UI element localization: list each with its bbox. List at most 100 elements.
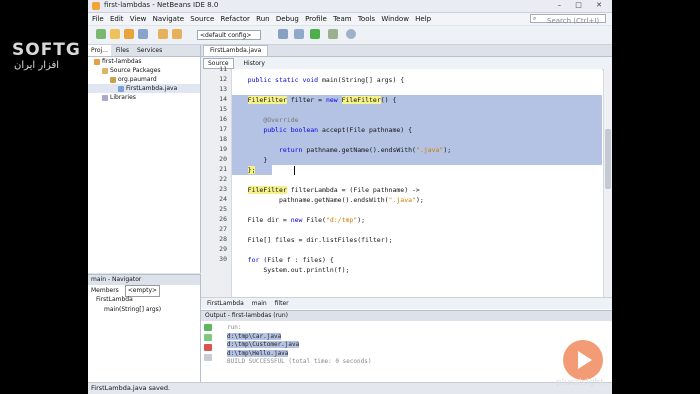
rerun-with-options-icon[interactable] [204, 334, 212, 341]
redo-icon[interactable] [172, 29, 182, 39]
tab-services[interactable]: Services [134, 45, 165, 56]
output-line: BUILD SUCCESSFUL (total time: 0 seconds) [227, 358, 372, 365]
new-project-icon[interactable] [96, 29, 106, 39]
vertical-scroll-thumb[interactable] [605, 129, 611, 189]
code-line-18 [232, 135, 602, 145]
tree-item-project[interactable]: first-lambdas [88, 57, 200, 66]
save-all-icon[interactable] [138, 29, 148, 39]
code-line-26: File dir = new File("d:/tmp"); [247, 216, 366, 224]
navigator-filter-row: Members <empty> [88, 285, 200, 297]
code-line-12: public static void main(String[] args) { [232, 76, 405, 84]
navigator-title: main - Navigator [88, 275, 200, 285]
menu-refactor[interactable]: Refactor [221, 15, 250, 23]
menu-debug[interactable]: Debug [276, 15, 299, 23]
line-number: 12 [219, 75, 227, 83]
window-controls[interactable]: – □ ✕ [558, 1, 608, 9]
code-editor: FirstLambda.java Source History 11 12 13 14… [201, 45, 612, 320]
menu-profile[interactable]: Profile [305, 15, 327, 23]
line-number: 25 [219, 205, 227, 213]
output-pane: Output - first-lambdas (run) run: d:\tmp… [201, 310, 612, 383]
tree-item-libraries[interactable]: Libraries [88, 93, 200, 102]
menu-source[interactable]: Source [190, 15, 214, 23]
breadcrumb-method[interactable]: main [252, 300, 267, 307]
menu-edit[interactable]: Edit [110, 15, 124, 23]
package-icon [110, 76, 116, 83]
menu-team[interactable]: Team [333, 15, 352, 23]
search-input[interactable]: ⌕ Search (Ctrl+I) [530, 14, 606, 25]
breadcrumb-class[interactable]: FirstLambda [207, 300, 244, 307]
editor-tab-firstlambda[interactable]: FirstLambda.java [203, 45, 269, 56]
menu-run[interactable]: Run [256, 15, 269, 23]
rerun-icon[interactable] [204, 324, 212, 331]
code-line-15 [232, 105, 602, 115]
line-number: 17 [219, 125, 227, 133]
line-number: 24 [219, 195, 227, 203]
menu-tools[interactable]: Tools [358, 15, 375, 23]
menu-help[interactable]: Help [415, 15, 431, 23]
project-tree: first-lambdas Source Packages org.paumar… [88, 57, 200, 102]
line-number: 21 [219, 165, 227, 173]
clear-output-icon[interactable] [204, 354, 212, 361]
undo-icon[interactable] [158, 29, 168, 39]
history-mode-button[interactable]: History [240, 59, 269, 68]
line-number: 22 [219, 175, 227, 183]
code-line-21: }; [232, 165, 272, 175]
open-project-icon[interactable] [124, 29, 134, 39]
code-line-16: @Override [232, 115, 602, 125]
libraries-icon [102, 94, 108, 101]
menu-file[interactable]: File [92, 15, 104, 23]
line-number: 28 [219, 235, 227, 243]
vertical-scrollbar[interactable] [603, 69, 612, 298]
play-icon[interactable] [563, 340, 603, 380]
netbeans-icon [92, 2, 100, 10]
projects-pane: Proj... Files Services first-lambdas Sou… [88, 45, 201, 273]
stop-icon[interactable] [204, 344, 212, 351]
java-file-icon [118, 85, 124, 92]
code-line-28: File[] files = dir.listFiles(filter); [247, 236, 393, 244]
tab-files[interactable]: Files [113, 45, 132, 56]
debug-icon[interactable] [328, 29, 338, 39]
tab-projects[interactable]: Proj... [88, 45, 111, 56]
code-line-31: System.out.println(f); [263, 266, 350, 274]
code-area[interactable]: public static void main(String[] args) {… [232, 69, 612, 320]
output-line: d:\tmp\Customer.java [227, 341, 300, 348]
menu-view[interactable]: View [130, 15, 147, 23]
navigator-pane: main - Navigator Members <empty> FirstLa… [88, 274, 201, 383]
code-line-23: FileFilter filterLambda = (File pathname… [247, 186, 420, 194]
editor-tabs: FirstLambda.java [201, 45, 612, 57]
new-file-icon[interactable] [110, 29, 120, 39]
menu-window[interactable]: Window [381, 15, 409, 23]
breadcrumb-variable[interactable]: filter [275, 300, 289, 307]
menu-bar: File Edit View Navigate Source Refactor … [88, 13, 612, 25]
line-gutter: 11 12 13 14 15 16 17 18 19 20 21 22 23 24 25 26 27 28 29 30 [201, 65, 232, 298]
code-line-14: FileFilter filter = new FileFilter() { [232, 95, 602, 105]
output-title: Output - first-lambdas (run) [201, 311, 612, 321]
status-bar: FirstLambda.java saved. [88, 382, 612, 394]
line-number: 29 [219, 245, 227, 253]
line-number: 27 [219, 225, 227, 233]
tree-item-file[interactable]: FirstLambda.java [88, 84, 200, 93]
code-line-30: for (File f : files) { [247, 256, 334, 264]
profile-icon[interactable] [346, 29, 356, 39]
navigator-item-method[interactable]: main(String[] args) [88, 305, 200, 315]
tree-item-source-packages[interactable]: Source Packages [88, 66, 200, 75]
clean-build-icon[interactable] [278, 29, 288, 39]
config-select[interactable]: <default config> [197, 30, 261, 40]
watermark-subtitle: افزار ایران [14, 60, 60, 71]
run-icon[interactable] [310, 29, 320, 39]
build-icon[interactable] [294, 29, 304, 39]
line-number: 30 [219, 255, 227, 263]
code-line-19: return pathname.getName().endsWith(".jav… [232, 145, 602, 155]
output-line: run: [227, 324, 242, 331]
menu-navigate[interactable]: Navigate [153, 15, 184, 23]
line-number: 15 [219, 105, 227, 113]
code-line-17: public boolean accept(File pathname) { [232, 125, 602, 135]
line-number: 19 [219, 145, 227, 153]
title-bar: first-lambdas - NetBeans IDE 8.0 – □ ✕ [88, 0, 612, 13]
output-console[interactable]: run: d:\tmp\Car.java d:\tmp\Customer.jav… [227, 324, 372, 367]
line-number: 20 [219, 155, 227, 163]
tree-item-package[interactable]: org.paumard [88, 75, 200, 84]
code-line-24: pathname.getName().endsWith(".java"); [278, 196, 424, 204]
breadcrumb: FirstLambda main filter [201, 297, 612, 309]
pluralsight-logo: pluralsight [556, 378, 604, 388]
